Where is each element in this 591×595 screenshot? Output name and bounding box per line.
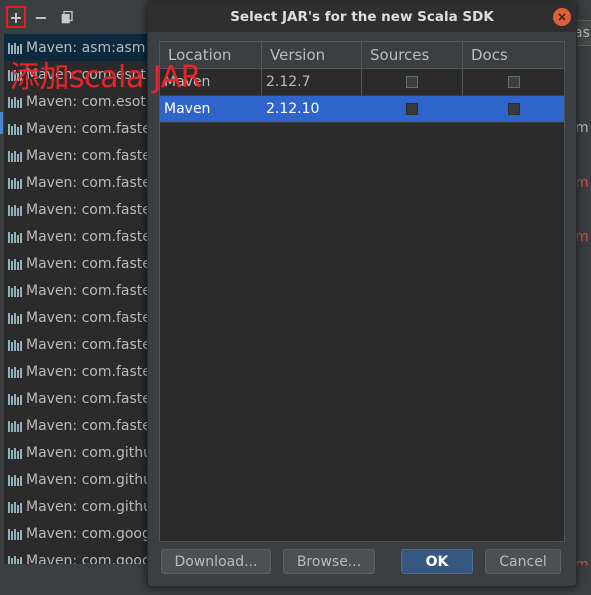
library-icon bbox=[8, 501, 22, 513]
table-row[interactable]: Maven 2.12.10 bbox=[160, 96, 564, 123]
library-name: Maven: com.faste bbox=[26, 309, 150, 326]
add-library-button[interactable]: + bbox=[6, 6, 26, 28]
library-icon bbox=[8, 96, 22, 108]
dialog-title: Select JAR's for the new Scala SDK bbox=[230, 9, 494, 25]
close-icon bbox=[558, 13, 566, 21]
library-list-item[interactable]: Maven: com.githu bbox=[4, 493, 150, 520]
copy-icon bbox=[61, 10, 73, 23]
copy-library-button[interactable] bbox=[56, 6, 78, 28]
library-icon bbox=[8, 123, 22, 135]
library-icon bbox=[8, 285, 22, 297]
docs-cell bbox=[463, 69, 564, 95]
column-header-version[interactable]: Version bbox=[262, 42, 362, 68]
table-body: Maven 2.12.7 Maven 2.12.10 bbox=[160, 69, 564, 123]
docs-checkbox[interactable] bbox=[507, 103, 520, 115]
library-icon bbox=[8, 339, 22, 351]
library-icon bbox=[8, 474, 22, 486]
cancel-button[interactable]: Cancel bbox=[485, 549, 561, 574]
dialog-titlebar[interactable]: Select JAR's for the new Scala SDK bbox=[148, 2, 576, 32]
remove-library-button[interactable]: − bbox=[30, 6, 52, 28]
library-list-item[interactable]: Maven: com.faste bbox=[4, 277, 150, 304]
library-icon bbox=[8, 177, 22, 189]
library-icon bbox=[8, 528, 22, 540]
table-row[interactable]: Maven 2.12.7 bbox=[160, 69, 564, 96]
library-icon bbox=[8, 258, 22, 270]
library-name: Maven: com.faste bbox=[26, 174, 150, 191]
sources-cell bbox=[362, 96, 463, 122]
detail-fragment: m bbox=[575, 229, 589, 245]
library-name: Maven: com.goog bbox=[26, 552, 150, 565]
library-icon bbox=[8, 204, 22, 216]
jar-table: Location Version Sources Docs Maven 2.12.… bbox=[159, 41, 565, 542]
ok-button[interactable]: OK bbox=[401, 549, 473, 574]
library-icon bbox=[8, 231, 22, 243]
library-list-item[interactable]: Maven: com.githu bbox=[4, 466, 150, 493]
sources-checkbox[interactable] bbox=[406, 76, 418, 88]
library-list-item[interactable]: Maven: com.faste bbox=[4, 196, 150, 223]
library-list-item[interactable]: Maven: com.faste bbox=[4, 115, 150, 142]
docs-cell bbox=[463, 96, 564, 122]
library-list-item[interactable]: Maven: com.faste bbox=[4, 142, 150, 169]
library-name: Maven: com.githu bbox=[26, 498, 150, 515]
library-name: Maven: com.faste bbox=[26, 120, 150, 137]
version-cell: 2.12.7 bbox=[262, 69, 362, 95]
library-name: Maven: com.githu bbox=[26, 444, 150, 461]
library-list-item[interactable]: Maven: com.faste bbox=[4, 331, 150, 358]
library-icon bbox=[8, 366, 22, 378]
library-name: Maven: com.goog bbox=[26, 525, 150, 542]
library-icon bbox=[8, 555, 22, 564]
library-name: Maven: com.faste bbox=[26, 336, 150, 353]
library-list-item[interactable]: Maven: com.faste bbox=[4, 250, 150, 277]
detail-fragment: m bbox=[575, 120, 589, 136]
library-name: Maven: com.githu bbox=[26, 471, 150, 488]
library-icon bbox=[8, 420, 22, 432]
browse-button[interactable]: Browse... bbox=[283, 549, 375, 574]
column-header-sources[interactable]: Sources bbox=[362, 42, 463, 68]
library-list-item[interactable]: Maven: com.goog bbox=[4, 520, 150, 547]
detail-fragment: m bbox=[575, 175, 589, 191]
download-button[interactable]: Download... bbox=[161, 549, 271, 574]
library-name: Maven: com.faste bbox=[26, 417, 150, 434]
library-name: Maven: com.faste bbox=[26, 147, 150, 164]
select-jars-dialog: Select JAR's for the new Scala SDK Locat… bbox=[147, 1, 577, 587]
library-list-item[interactable]: Maven: com.faste bbox=[4, 385, 150, 412]
library-toolbar: + − bbox=[0, 4, 150, 30]
library-name: Maven: com.faste bbox=[26, 363, 150, 380]
version-cell: 2.12.10 bbox=[262, 96, 362, 122]
library-name: Maven: com.faste bbox=[26, 228, 150, 245]
library-list[interactable]: Maven: asm:asm: Maven: com.esot Maven: com… bbox=[4, 34, 150, 564]
library-list-item[interactable]: Maven: com.faste bbox=[4, 223, 150, 250]
close-button[interactable] bbox=[553, 8, 571, 26]
library-name: Maven: com.faste bbox=[26, 255, 150, 272]
column-header-docs[interactable]: Docs bbox=[463, 42, 564, 68]
library-list-item[interactable]: Maven: com.githu bbox=[4, 439, 150, 466]
library-list-item[interactable]: Maven: com.goog bbox=[4, 547, 150, 564]
library-icon bbox=[8, 312, 22, 324]
library-list-item[interactable]: Maven: com.faste bbox=[4, 169, 150, 196]
library-list-item[interactable]: Maven: com.faste bbox=[4, 304, 150, 331]
location-cell: Maven bbox=[160, 96, 262, 122]
library-name: Maven: com.faste bbox=[26, 282, 150, 299]
library-list-item[interactable]: Maven: com.faste bbox=[4, 358, 150, 385]
library-icon bbox=[8, 150, 22, 162]
sources-checkbox[interactable] bbox=[406, 103, 418, 115]
docs-checkbox[interactable] bbox=[507, 76, 520, 88]
sources-cell bbox=[362, 69, 463, 95]
selection-marker bbox=[0, 112, 3, 134]
table-header: Location Version Sources Docs bbox=[160, 42, 564, 69]
library-list-item[interactable]: Maven: com.faste bbox=[4, 412, 150, 439]
library-icon bbox=[8, 393, 22, 405]
library-name: Maven: com.faste bbox=[26, 201, 150, 218]
library-name: Maven: com.faste bbox=[26, 390, 150, 407]
library-icon bbox=[8, 447, 22, 459]
annotation-text: 添加scala JAR bbox=[10, 60, 201, 95]
